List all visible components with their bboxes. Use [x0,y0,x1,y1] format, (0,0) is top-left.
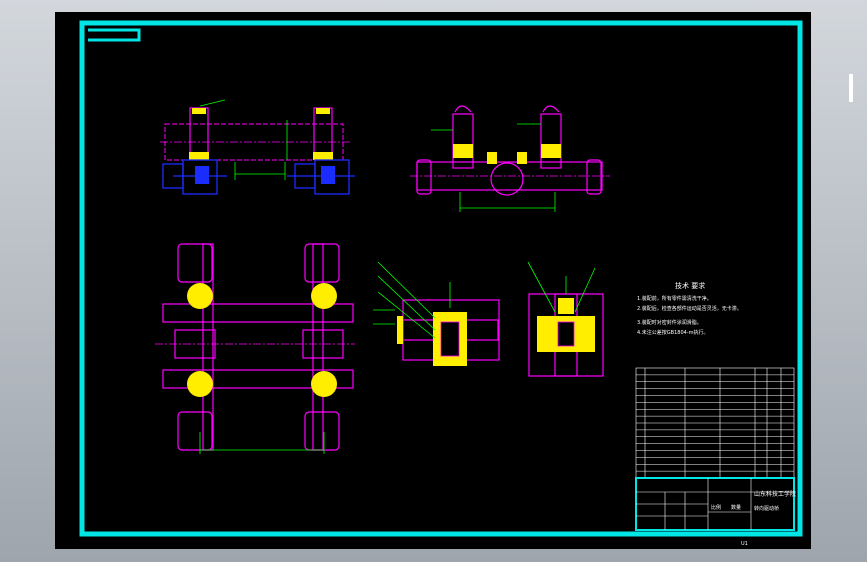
cad-viewport[interactable]: 技术 要求 1.装配前，所有零件需清洗干净。 2.装配后，检查各部件运动是否灵活… [55,12,853,549]
right-section-view [527,261,604,377]
border-corner-mark [88,28,141,42]
tech-line-4: 4.未注公差按GB1804-m执行。 [637,329,708,336]
tech-title: 技术 要求 [675,281,705,290]
qty-label: 数量 [731,504,741,511]
center-section-view [373,261,500,366]
parts-list-table [635,367,795,479]
tech-line-1: 1.装配前，所有零件需清洗干净。 [637,295,712,302]
technical-requirements: 技术 要求 1.装配前，所有零件需清洗干净。 2.装配后，检查各部件运动是否灵活… [637,281,742,336]
drawing-name: 转向驱动桥 [754,505,779,512]
cad-drawing: 技术 要求 1.装配前，所有零件需清洗干净。 2.装配后，检查各部件运动是否灵活… [79,20,803,547]
vertical-scrollbar[interactable] [849,74,853,102]
corner-mark: U1 [741,541,748,547]
top-right-view [410,105,610,212]
scale-label: 比例 [711,504,721,511]
tech-line-3: 3.装配时对密封件涂润滑脂。 [637,319,702,326]
tech-line-2: 2.装配后，检查各部件运动是否灵活，无卡滞。 [637,305,742,312]
parts-rows [636,374,794,472]
bottom-left-view [155,243,355,454]
top-left-view [160,99,355,195]
title-block: 山东科技工学院 转向驱动桥 比例 数量 [635,477,796,531]
school-name: 山东科技工学院 [754,490,796,498]
